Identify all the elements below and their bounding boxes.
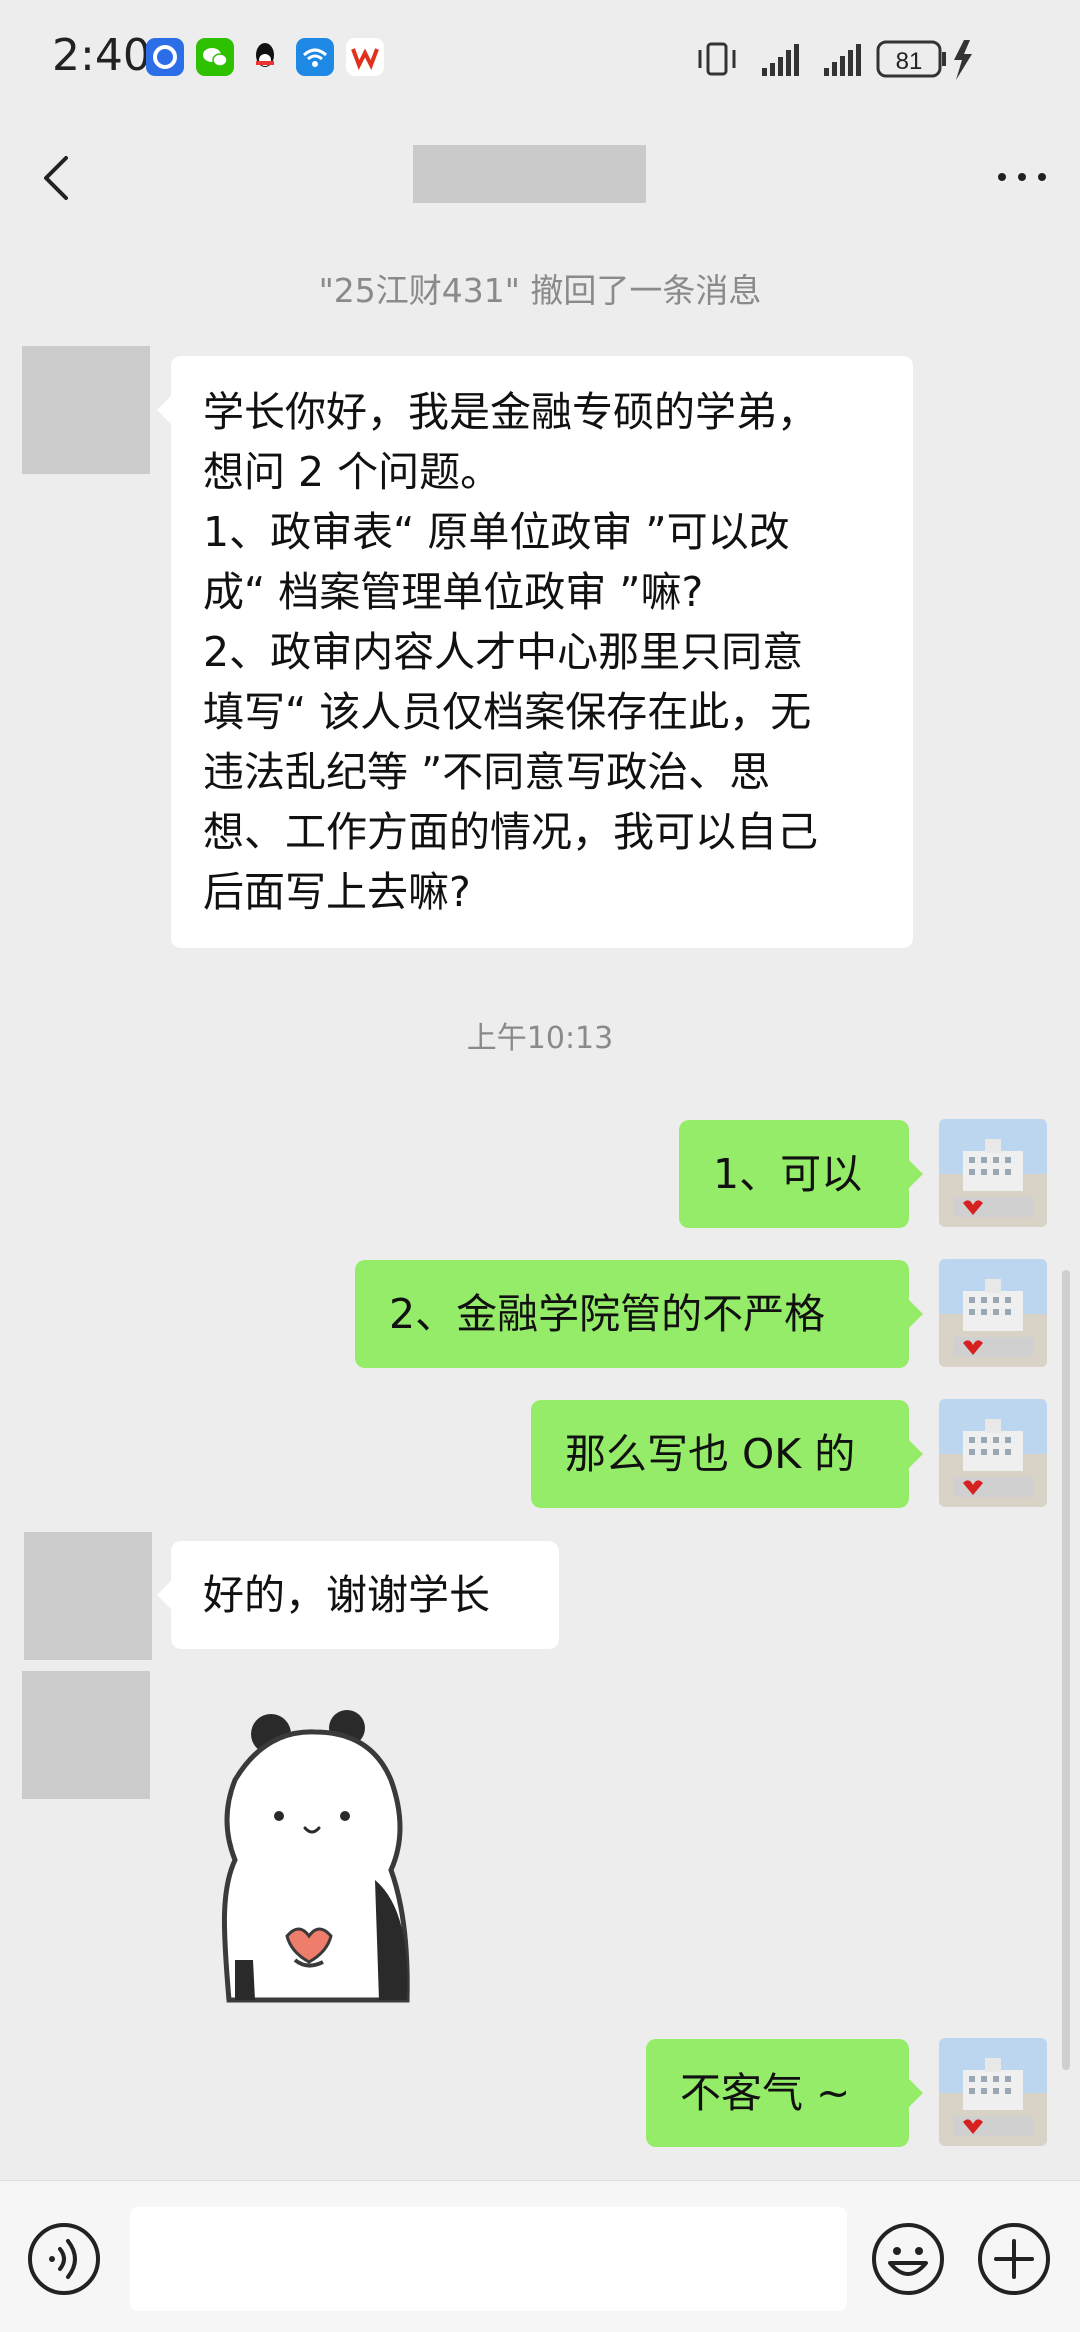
message-input[interactable]: [130, 2207, 847, 2311]
charging-icon: [954, 40, 972, 80]
status-indicators: 81: [698, 40, 972, 80]
chat-title: [413, 145, 646, 203]
svg-text:81: 81: [896, 48, 923, 75]
emoji-icon[interactable]: [870, 2221, 946, 2297]
message-text: 不客气 ~: [680, 2069, 851, 2117]
outgoing-message[interactable]: 1、可以: [679, 1120, 923, 1228]
incoming-message[interactable]: 好的，谢谢学长: [157, 1541, 559, 1649]
my-avatar[interactable]: [939, 1119, 1047, 1227]
panda-sticker[interactable]: [195, 1700, 475, 2010]
message-line: 后面写上去嘛?: [203, 868, 471, 916]
incoming-message[interactable]: 学长你好，我是金融专硕的学弟， 想问 2 个问题。 1、政审表“ 原单位政审 ”…: [157, 356, 913, 948]
message-timestamp: 上午10:13: [466, 1021, 614, 1056]
outgoing-message[interactable]: 2、金融学院管的不严格: [355, 1260, 923, 1368]
status-bar: 2:40 81: [0, 0, 1080, 120]
message-text: 那么写也 OK 的: [565, 1430, 856, 1478]
my-avatar[interactable]: [939, 2038, 1047, 2146]
outgoing-message[interactable]: 不客气 ~: [646, 2039, 923, 2147]
message-line: 填写“ 该人员仅档案保存在此，无: [203, 688, 812, 736]
vibrate-icon: [698, 42, 736, 76]
contact-avatar[interactable]: [24, 1532, 152, 1660]
chat-header: [0, 120, 1080, 235]
message-text: 2、金融学院管的不严格: [389, 1290, 826, 1338]
baidu-netdisk-icon: [146, 38, 184, 76]
status-time: 2:40: [52, 30, 151, 81]
my-avatar[interactable]: [939, 1399, 1047, 1507]
message-line: 想问 2 个问题。: [203, 448, 502, 496]
voice-input-icon[interactable]: [26, 2221, 102, 2297]
outgoing-message[interactable]: 那么写也 OK 的: [531, 1400, 923, 1508]
wechat-icon: [196, 38, 234, 76]
input-bar: [0, 2180, 1080, 2332]
more-options-icon[interactable]: [992, 162, 1052, 192]
message-line: 成“ 档案管理单位政审 ”嘛?: [203, 568, 704, 616]
back-arrow-icon[interactable]: [30, 148, 88, 208]
recall-notice: "25江财431" 撤回了一条消息: [318, 271, 762, 310]
plus-icon[interactable]: [976, 2221, 1052, 2297]
battery-icon: 81: [876, 40, 946, 78]
message-line: 学长你好，我是金融专硕的学弟，: [203, 388, 818, 436]
message-line: 2、政审内容人才中心那里只同意: [203, 628, 804, 676]
scrollbar-thumb[interactable]: [1062, 1270, 1070, 2070]
contact-avatar[interactable]: [22, 346, 150, 474]
signal-icon-1: [762, 44, 799, 76]
message-line: 违法乱纪等 ”不同意写政治、思: [203, 748, 771, 796]
message-text: 1、可以: [713, 1150, 863, 1198]
wifi-master-icon: [296, 38, 334, 76]
message-text: 好的，谢谢学长: [203, 1571, 490, 1619]
message-line: 想、工作方面的情况，我可以自己: [203, 808, 818, 856]
contact-avatar[interactable]: [22, 1671, 150, 1799]
qq-icon: [246, 38, 284, 76]
my-avatar[interactable]: [939, 1259, 1047, 1367]
signal-icon-2: [824, 44, 861, 76]
wps-icon: [346, 38, 384, 76]
message-line: 1、政审表“ 原单位政审 ”可以改: [203, 508, 790, 556]
